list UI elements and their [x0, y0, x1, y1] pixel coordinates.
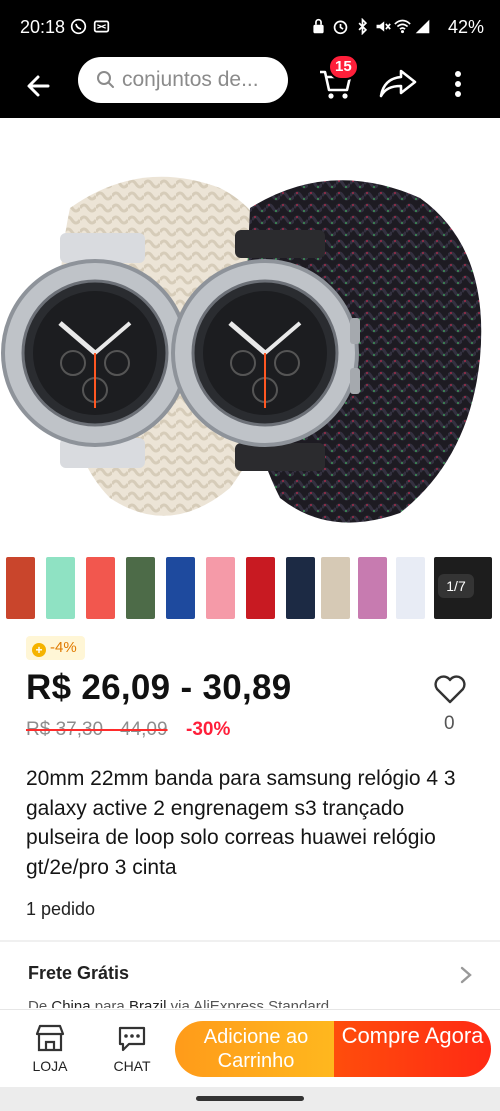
- bluetooth-icon: [358, 18, 368, 35]
- notification-icon: [93, 20, 110, 33]
- coin-discount-text: -4%: [50, 639, 77, 656]
- color-thumbnails: [6, 557, 500, 619]
- battery-level: 42%: [447, 17, 484, 37]
- back-arrow-icon[interactable]: [22, 66, 62, 106]
- signal-icon: [415, 19, 430, 34]
- home-gesture-pill[interactable]: [196, 1096, 304, 1101]
- shipping-subtitle: De China para Brazil via AliExpress Stan…: [28, 996, 329, 1008]
- thumbnail-11[interactable]: [396, 557, 425, 619]
- coin-icon: +: [32, 643, 46, 657]
- thumbnail-1[interactable]: [6, 557, 35, 619]
- mute-icon: [376, 21, 391, 32]
- bottom-action-bar: LOJA CHAT Adicione ao Carrinho Compre Ag…: [0, 1009, 500, 1087]
- share-icon[interactable]: [377, 63, 419, 103]
- thumbnail-3[interactable]: [86, 557, 115, 619]
- shipping-from-label: De: [28, 998, 48, 1008]
- original-price: R$ 37,30 - 44,09: [26, 719, 168, 740]
- search-placeholder: conjuntos de...: [122, 68, 259, 91]
- watch-bands-illustration: [1, 176, 482, 523]
- shipping-origin: China: [51, 998, 91, 1008]
- status-bar: 20:18 42%: [0, 0, 500, 56]
- product-title: 20mm 22mm banda para samsung relógio 4 3…: [26, 767, 456, 879]
- wifi-icon: [394, 19, 411, 34]
- discount-percent: -30%: [186, 719, 231, 740]
- shipping-to-label: para: [94, 998, 125, 1008]
- thumbnail-10[interactable]: [358, 557, 387, 619]
- search-input[interactable]: conjuntos de...: [78, 57, 288, 103]
- thumbnail-8[interactable]: [286, 557, 315, 619]
- store-button[interactable]: LOJA: [20, 1022, 80, 1074]
- thumbnail-2[interactable]: [46, 557, 75, 619]
- price-range: R$ 26,09 - 30,89: [26, 668, 292, 707]
- store-label: LOJA: [32, 1058, 68, 1074]
- add-to-cart-button[interactable]: Adicione ao Carrinho: [175, 1021, 337, 1077]
- alarm-lock-icon: [313, 18, 324, 34]
- product-page: 20:18 42% conjuntos de... 15 1/7 + -4% R…: [0, 0, 500, 1111]
- chat-icon: [118, 1026, 146, 1052]
- thumbnail-4[interactable]: [126, 557, 155, 619]
- coin-discount-badge: + -4%: [26, 636, 85, 660]
- search-icon: [97, 71, 114, 88]
- wishlist-count: 0: [444, 713, 455, 734]
- app-bar: conjuntos de... 15: [0, 54, 500, 118]
- cart-count-badge: 15: [328, 54, 359, 80]
- status-time: 20:18: [20, 17, 66, 37]
- buy-now-button[interactable]: Compre Agora: [334, 1021, 491, 1077]
- whatsapp-icon: [70, 18, 87, 35]
- wishlist-heart-icon[interactable]: [433, 675, 467, 705]
- shipping-title[interactable]: Frete Grátis: [28, 963, 129, 984]
- alarm-icon: [333, 20, 348, 35]
- thumbnail-6[interactable]: [206, 557, 235, 619]
- chat-button[interactable]: CHAT: [102, 1022, 162, 1074]
- section-divider: [0, 940, 500, 942]
- thumbnail-9[interactable]: [321, 557, 350, 619]
- product-image[interactable]: [0, 118, 500, 548]
- chevron-right-icon[interactable]: [459, 965, 473, 985]
- chat-label: CHAT: [113, 1058, 151, 1074]
- thumbnail-5[interactable]: [166, 557, 195, 619]
- shipping-method: via AliExpress Standard: [170, 998, 330, 1008]
- more-options-icon[interactable]: [444, 64, 472, 104]
- shipping-destination: Brazil: [128, 998, 167, 1008]
- system-nav-bar: [0, 1087, 500, 1111]
- thumbnail-7[interactable]: [246, 557, 275, 619]
- orders-count: 1 pedido: [26, 899, 96, 919]
- image-page-indicator: 1/7: [438, 574, 474, 598]
- store-icon: [35, 1024, 65, 1052]
